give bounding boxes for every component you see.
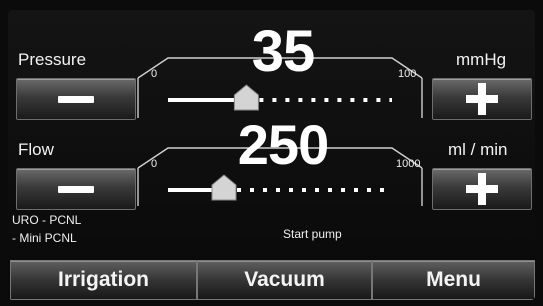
mode-line-1: URO - PCNL (12, 213, 82, 227)
pump-status: Start pump (283, 227, 342, 241)
tab-menu[interactable]: Menu (372, 260, 535, 300)
flow-slider[interactable] (8, 10, 535, 300)
pump-control-screen: Pressure 35 mmHg 0 100 Flow 250 ml / min… (8, 10, 535, 300)
slider-handle[interactable] (211, 174, 237, 201)
mode-line-2: - Mini PCNL (12, 231, 77, 245)
tab-vacuum[interactable]: Vacuum (197, 260, 372, 300)
tab-irrigation[interactable]: Irrigation (10, 260, 197, 300)
